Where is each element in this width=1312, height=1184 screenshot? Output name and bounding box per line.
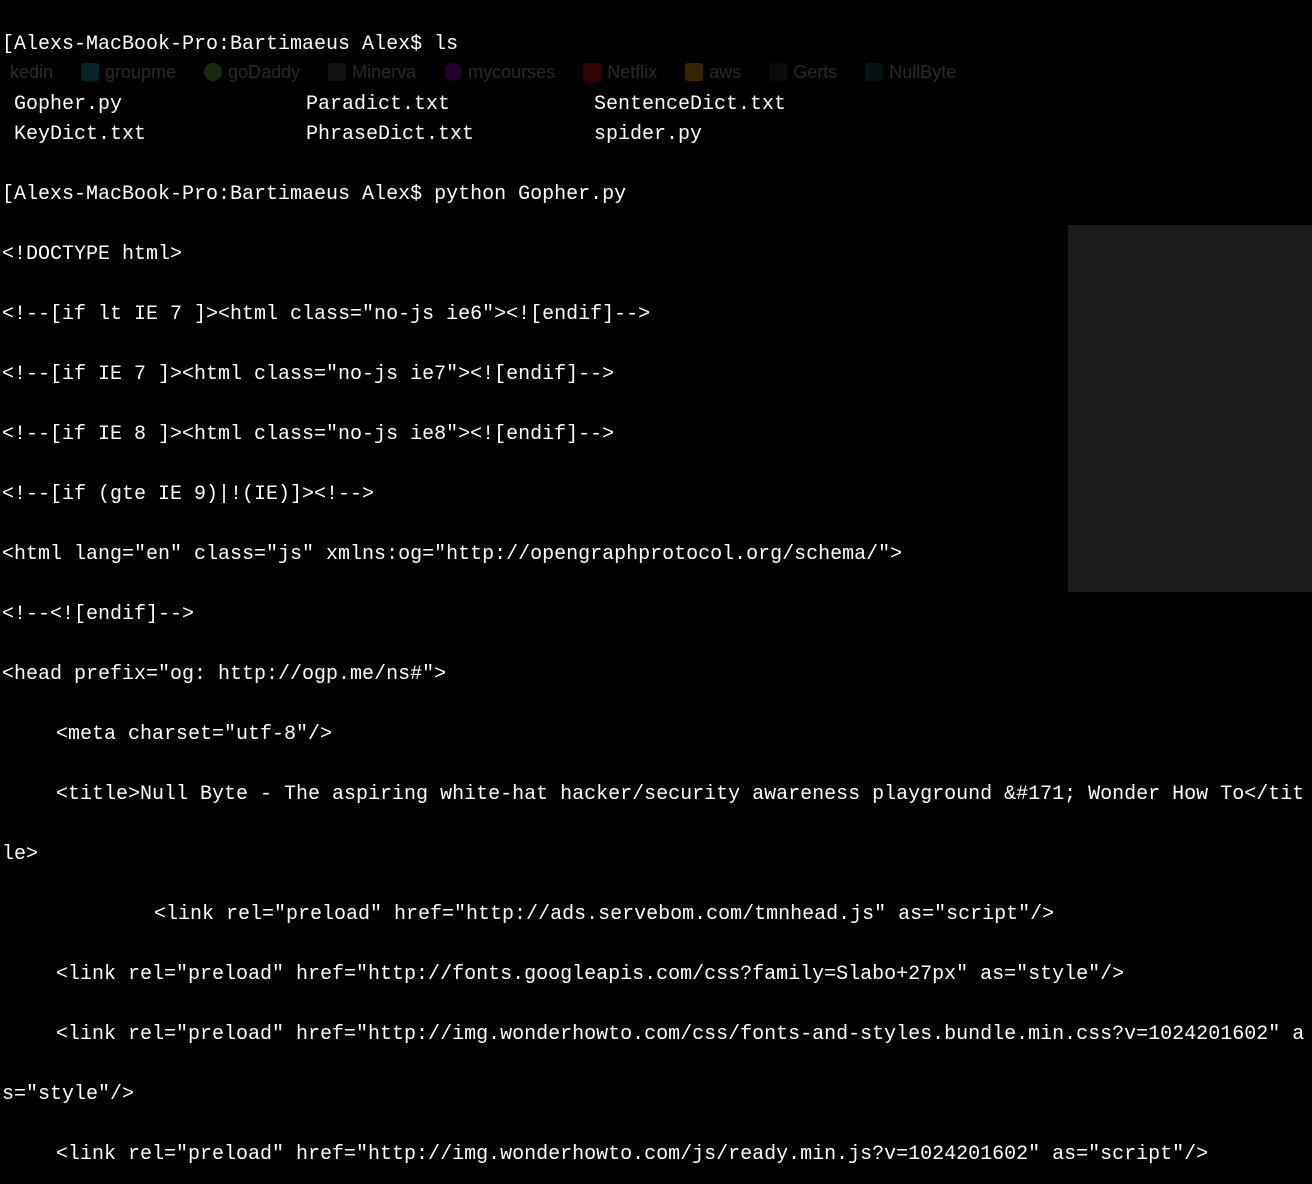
shell-prompt: [Alexs-MacBook-Pro:Bartimaeus Alex$ [2,33,434,56]
file-sentencedict: SentenceDict.txt [594,90,1312,120]
stdout-line: <meta charset="utf-8"/> [2,720,1312,750]
stdout-line: <!DOCTYPE html> [2,240,1312,270]
command-ls: ls [434,33,458,56]
prompt-line: [Alexs-MacBook-Pro:Bartimaeus Alex$ pyth… [2,180,1312,210]
stdout-line: <!--[if lt IE 7 ]><html class="no-js ie6… [2,300,1312,330]
stdout-line: <!--<![endif]--> [2,600,1312,630]
stdout-line: <link rel="preload" href="http://fonts.g… [2,960,1312,990]
stdout-line: <!--[if IE 8 ]><html class="no-js ie8"><… [2,420,1312,450]
stdout-line: le> [2,840,1312,870]
file-spider: spider.py [594,120,1312,150]
stdout-line: <link rel="preload" href="http://ads.ser… [2,900,1312,930]
file-keydict: KeyDict.txt [14,120,306,150]
file-paradict: Paradict.txt [306,90,594,120]
file-phrasedict: PhraseDict.txt [306,120,594,150]
shell-prompt: [Alexs-MacBook-Pro:Bartimaeus Alex$ [2,183,434,206]
file-gopher: Gopher.py [14,90,306,120]
stdout-line: <head prefix="og: http://ogp.me/ns#"> [2,660,1312,690]
terminal-output[interactable]: [Alexs-MacBook-Pro:Bartimaeus Alex$ ls G… [0,0,1312,1184]
stdout-line: <!--[if (gte IE 9)|!(IE)]><!--> [2,480,1312,510]
stdout-line: <link rel="preload" href="http://img.won… [2,1020,1312,1050]
stdout-line: <!--[if IE 7 ]><html class="no-js ie7"><… [2,360,1312,390]
stdout-line: <link rel="preload" href="http://img.won… [2,1140,1312,1170]
ls-output: Gopher.pyParadict.txtSentenceDict.txt Ke… [2,90,1312,150]
stdout-line: <title>Null Byte - The aspiring white-ha… [2,780,1312,810]
stdout-line: s="style"/> [2,1080,1312,1110]
prompt-line: [Alexs-MacBook-Pro:Bartimaeus Alex$ ls [2,30,1312,60]
command-python: python Gopher.py [434,183,626,206]
stdout-line: <html lang="en" class="js" xmlns:og="htt… [2,540,1312,570]
